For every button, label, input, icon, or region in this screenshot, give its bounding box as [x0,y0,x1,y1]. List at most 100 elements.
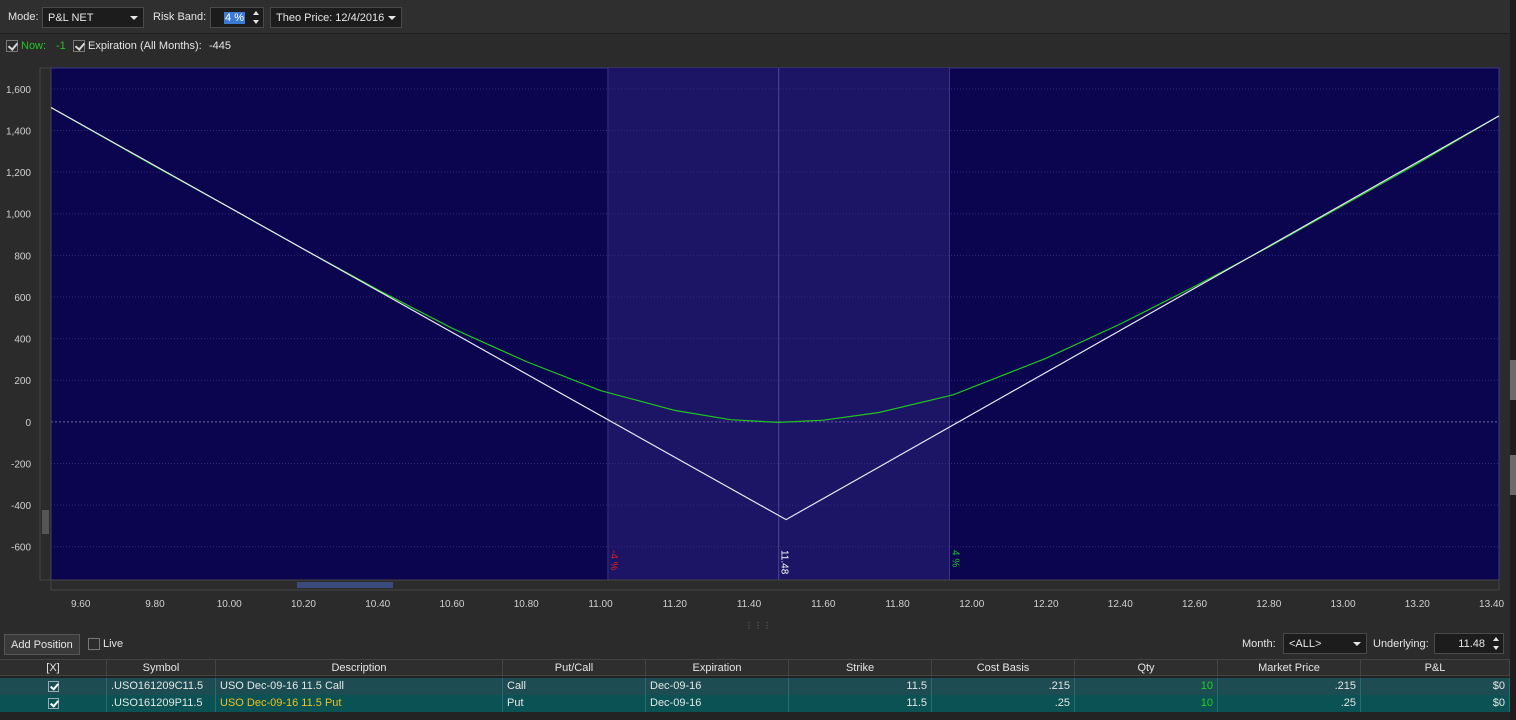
now-checkbox[interactable] [6,40,18,52]
x-tick-label: 12.20 [1034,599,1059,610]
column-header-qty[interactable]: Qty [1075,660,1218,677]
x-tick-label: 11.40 [737,599,762,610]
x-tick-label: 9.60 [71,599,91,610]
column-header-pnl[interactable]: P&L [1361,660,1510,677]
positions-toolbar: Add Position Live Month: <ALL> Underlyin… [0,630,1510,658]
x-scrollbar-thumb[interactable] [297,582,393,588]
x-tick-label: 11.00 [588,599,613,610]
column-header-market-price[interactable]: Market Price [1218,660,1361,677]
chevron-down-icon [130,16,138,20]
y-tick-label: 1,200 [6,168,31,179]
table-row[interactable]: .USO161209P11.5 USO Dec-09-16 11.5 Put P… [0,695,1510,712]
underlying-value: 11.48 [1458,638,1485,650]
x-tick-label: 10.60 [439,599,464,610]
column-header-cost-basis[interactable]: Cost Basis [932,660,1075,677]
y-scrollbar[interactable] [39,67,52,581]
y-tick-label: 1,600 [6,85,31,96]
mode-label: Mode: [8,11,39,23]
y-tick-label: 1,000 [6,210,31,221]
underlying-price-label: 11.48 [779,550,790,575]
column-header-putcall[interactable]: Put/Call [503,660,646,677]
expiration-cell: Dec-09-16 [646,695,789,712]
y-tick-label: 1,400 [6,126,31,137]
now-label: Now: [21,40,47,52]
cost-basis-cell: .215 [932,678,1075,695]
row-select-cell[interactable] [0,695,107,712]
y-tick-label: 600 [14,293,31,304]
mode-select[interactable]: P&L NET [42,7,144,28]
live-checkbox[interactable] [88,638,100,650]
expiration-checkbox[interactable] [73,40,85,52]
x-tick-label: 11.80 [885,599,910,610]
expiration-label: Expiration (All Months): [88,40,202,52]
market-price-cell: .215 [1218,678,1361,695]
month-select[interactable]: <ALL> [1283,633,1367,654]
x-tick-label: 11.20 [663,599,688,610]
spin-down-icon[interactable] [253,20,259,24]
spin-down-icon[interactable] [1493,646,1499,650]
pnl-chart: 1,600 1,400 1,200 1,000 800 600 400 200 0 -200 -40… [0,58,1510,618]
x-scrollbar[interactable] [50,579,1500,591]
risk-band-spinner[interactable]: 4 % [210,7,264,28]
strike-cell: 11.5 [789,695,932,712]
add-position-button[interactable]: Add Position [4,634,80,655]
y-scrollbar-thumb[interactable] [42,510,49,534]
scrollbar-thumb[interactable] [1510,455,1516,495]
y-tick-label: 200 [14,376,31,387]
y-tick-label: 0 [25,418,31,429]
putcall-cell: Put [503,695,646,712]
chart-legend: Now: -1 Expiration (All Months): -445 [0,35,1510,57]
description-cell: USO Dec-09-16 11.5 Put [216,695,503,712]
x-tick-label: 12.00 [959,599,984,610]
theo-price-value: Theo Price: 12/4/2016 [276,12,385,24]
cost-basis-cell: .25 [932,695,1075,712]
x-tick-label: 13.20 [1405,599,1430,610]
x-tick-label: 10.00 [217,599,242,610]
pnl-chart-svg: 1,600 1,400 1,200 1,000 800 600 400 200 0 -200 -40… [6,67,1505,610]
x-tick-label: 10.80 [514,599,539,610]
spin-up-icon[interactable] [253,11,259,15]
month-label: Month: [1242,638,1276,650]
expiration-cell: Dec-09-16 [646,678,789,695]
pnl-cell: $0 [1361,695,1510,712]
symbol-cell: .USO161209C11.5 [107,678,216,695]
spin-up-icon[interactable] [1493,637,1499,641]
month-value: <ALL> [1289,638,1322,650]
column-header-strike[interactable]: Strike [789,660,932,677]
underlying-spinner[interactable]: 11.48 [1434,633,1504,654]
description-cell: USO Dec-09-16 11.5 Call [216,678,503,695]
right-scrollbar[interactable] [1510,0,1516,720]
risk-band-label: Risk Band: [153,11,207,23]
y-tick-label: 800 [14,251,31,262]
x-tick-label: 11.60 [811,599,836,610]
risk-band-high-label: 4 % [950,550,961,567]
column-header-select[interactable]: [X] [0,660,107,677]
live-label: Live [103,638,124,650]
qty-cell: 10 [1075,695,1218,712]
table-header: [X] Symbol Description Put/Call Expirati… [0,659,1510,677]
row-checkbox[interactable] [47,698,59,709]
theo-price-select[interactable]: Theo Price: 12/4/2016 [270,7,402,28]
y-tick-label: -400 [11,501,31,512]
strike-cell: 11.5 [789,678,932,695]
symbol-cell: .USO161209P11.5 [107,695,216,712]
column-header-description[interactable]: Description [216,660,503,677]
market-price-cell: .25 [1218,695,1361,712]
mode-value: P&L NET [48,12,94,24]
x-tick-label: 12.60 [1182,599,1207,610]
putcall-cell: Call [503,678,646,695]
x-tick-label: 10.20 [291,599,316,610]
x-tick-label: 10.40 [365,599,390,610]
now-value: -1 [56,40,66,52]
scrollbar-thumb[interactable] [1510,360,1516,400]
row-checkbox[interactable] [47,681,59,692]
y-tick-label: -600 [11,543,31,554]
panel-splitter[interactable]: ⋮⋮⋮ [0,618,1510,630]
risk-band-low-label: -4 % [608,550,619,571]
x-tick-label: 9.80 [145,599,165,610]
row-select-cell[interactable] [0,678,107,695]
column-header-expiration[interactable]: Expiration [646,660,789,677]
y-tick-label: 400 [14,335,31,346]
table-row[interactable]: .USO161209C11.5 USO Dec-09-16 11.5 Call … [0,678,1510,695]
column-header-symbol[interactable]: Symbol [107,660,216,677]
